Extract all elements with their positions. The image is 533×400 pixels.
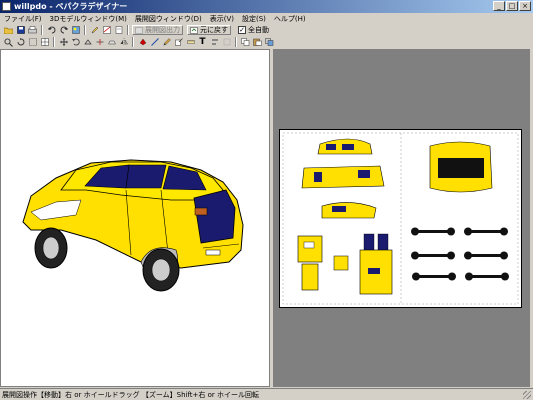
menu-settings[interactable]: 設定(S) bbox=[242, 14, 266, 24]
open-icon[interactable] bbox=[3, 25, 14, 35]
part-edit-icon[interactable] bbox=[173, 37, 184, 47]
align-icon[interactable] bbox=[209, 37, 220, 47]
add-text-icon[interactable]: T bbox=[197, 37, 208, 47]
unfold-button[interactable]: 展開図出力 bbox=[132, 25, 183, 35]
edit-pen-icon[interactable] bbox=[89, 25, 100, 35]
menu-file[interactable]: ファイル(F) bbox=[4, 14, 42, 24]
window-title: willpdo - ペパクラデザイナー bbox=[14, 2, 128, 11]
cut-edge-icon[interactable] bbox=[94, 37, 105, 47]
main-toolbar: 展開図出力 元に戻す ✓ 全自動 bbox=[0, 24, 533, 36]
brush-icon[interactable] bbox=[161, 37, 172, 47]
status-bar: 展開図操作【移動】右 or ホイールドラッグ 【ズーム】Shift+右 or ホ… bbox=[0, 388, 533, 400]
car-3d-model bbox=[22, 159, 244, 292]
paste-special-icon[interactable] bbox=[264, 37, 275, 47]
resize-grip-icon[interactable] bbox=[523, 391, 531, 399]
menu-unfold-window[interactable]: 展開図ウィンドウ(D) bbox=[135, 14, 202, 24]
paste-icon[interactable] bbox=[252, 37, 263, 47]
rotate-icon[interactable] bbox=[15, 37, 26, 47]
join-edge-icon[interactable] bbox=[82, 37, 93, 47]
paper-setup-icon[interactable] bbox=[113, 25, 124, 35]
texture-icon[interactable] bbox=[70, 25, 81, 35]
unfolded-parts bbox=[282, 132, 519, 305]
3d-model-view[interactable] bbox=[0, 49, 270, 387]
auto-move-toggle[interactable]: ✓ 全自動 bbox=[238, 25, 269, 35]
mirror-icon[interactable] bbox=[118, 37, 129, 47]
copy-icon[interactable] bbox=[240, 37, 251, 47]
title-bar: willpdo - ペパクラデザイナー _ □ × bbox=[0, 0, 533, 13]
disabled-tool-icon[interactable] bbox=[221, 37, 232, 47]
app-icon bbox=[2, 2, 11, 11]
auto-move-checkbox[interactable]: ✓ bbox=[238, 26, 246, 34]
measure-icon[interactable] bbox=[185, 37, 196, 47]
auto-move-label: 全自動 bbox=[248, 26, 269, 34]
move-part-icon[interactable] bbox=[58, 37, 69, 47]
fill-color-icon[interactable] bbox=[137, 37, 148, 47]
print-icon[interactable] bbox=[27, 25, 38, 35]
restore-label: 元に戻す bbox=[200, 26, 228, 34]
grid-icon[interactable] bbox=[39, 37, 50, 47]
select-box-icon[interactable] bbox=[27, 37, 38, 47]
close-button[interactable]: × bbox=[519, 1, 531, 11]
maximize-button[interactable]: □ bbox=[506, 1, 518, 11]
pattern-icon[interactable] bbox=[101, 25, 112, 35]
zoom-icon[interactable] bbox=[3, 37, 14, 47]
paper-sheet bbox=[279, 129, 522, 308]
rotate-part-icon[interactable] bbox=[70, 37, 81, 47]
restore-button[interactable]: 元に戻す bbox=[187, 25, 231, 35]
minimize-button[interactable]: _ bbox=[493, 1, 505, 11]
flap-icon[interactable] bbox=[106, 37, 117, 47]
menu-view[interactable]: 表示(V) bbox=[210, 14, 234, 24]
menu-bar: ファイル(F) 3Dモデルウィンドウ(M) 展開図ウィンドウ(D) 表示(V) … bbox=[0, 13, 533, 24]
menu-help[interactable]: ヘルプ(H) bbox=[274, 14, 306, 24]
save-icon[interactable] bbox=[15, 25, 26, 35]
undo-icon[interactable] bbox=[46, 25, 57, 35]
unfold-view[interactable] bbox=[273, 49, 530, 387]
tool-toolbar: T bbox=[0, 36, 533, 48]
unfold-label: 展開図出力 bbox=[145, 26, 180, 34]
unfold-icon bbox=[135, 26, 143, 34]
redo-icon[interactable] bbox=[58, 25, 69, 35]
draw-line-icon[interactable] bbox=[149, 37, 160, 47]
restore-icon bbox=[190, 26, 198, 34]
menu-3d-model-window[interactable]: 3Dモデルウィンドウ(M) bbox=[50, 14, 127, 24]
status-text: 展開図操作【移動】右 or ホイールドラッグ 【ズーム】Shift+右 or ホ… bbox=[2, 390, 260, 399]
